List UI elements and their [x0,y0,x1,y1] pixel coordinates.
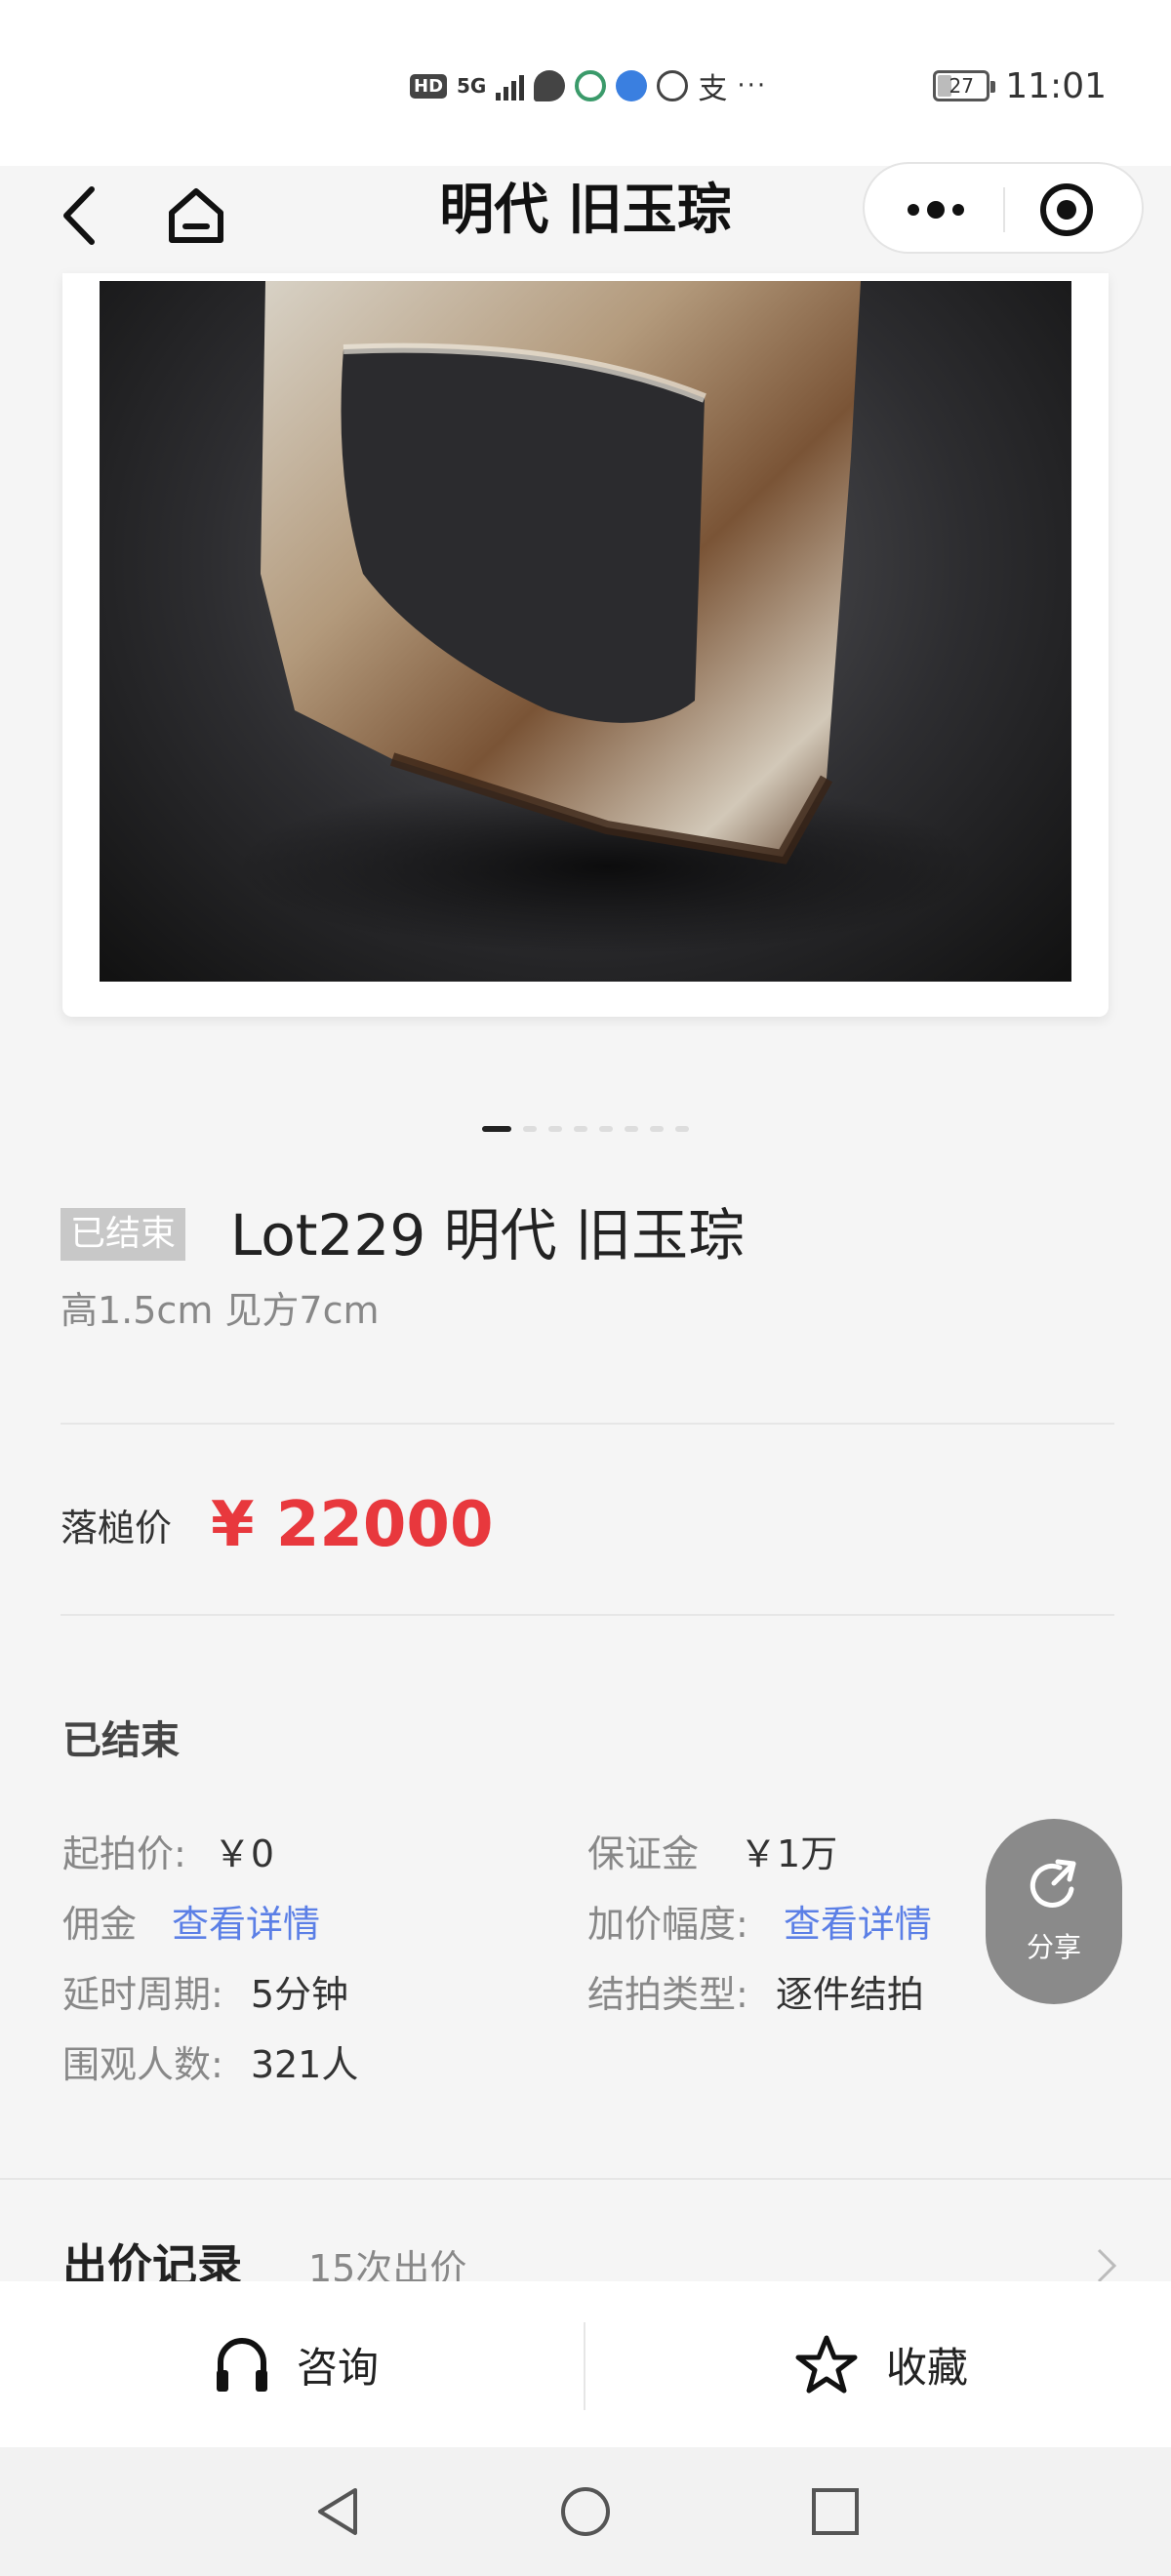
hand-notification-icon [657,70,689,101]
lot-title: Lot229 明代 旧玉琮 [230,1202,746,1268]
bid-record-title: 出价记录 [62,2239,242,2283]
carousel-dot [599,1126,613,1132]
carousel-dot [625,1126,638,1132]
starting-price-label: 起拍价: [62,1832,186,1875]
divider [61,1423,1114,1425]
headset-icon [217,2338,267,2392]
action-divider [584,2322,586,2410]
commission-details-link[interactable]: 查看详情 [172,1903,320,1946]
pay-notification-icon: 支 [698,72,728,106]
browser-notification-icon [616,70,648,101]
status-bar: HD 5G 支 ··· 27 11:01 [0,0,1171,166]
auction-state: 已结束 [62,1718,180,1763]
consult-label: 咨询 [297,2343,380,2392]
share-label: 分享 [1026,1931,1081,1963]
closing-type-row: 结拍类型: 逐件结拍 [587,1967,924,2022]
image-carousel[interactable] [62,273,1109,1017]
carousel-dot [548,1126,562,1132]
more-notifications-icon: ··· [737,71,768,101]
carousel-dot [650,1126,664,1132]
capsule-divider [1003,187,1005,232]
status-icons: HD 5G 支 ··· [410,64,767,107]
consult-button[interactable]: 咨询 [215,2281,379,2447]
chevron-right-icon [1097,2248,1117,2283]
chat-notification-icon [534,70,566,101]
extension-period-value: 5分钟 [250,1973,348,2016]
system-recents-icon[interactable] [808,2484,863,2539]
closing-type-value: 逐件结拍 [775,1973,924,2016]
page-title: 明代 旧玉琮 [439,179,732,242]
increment-row: 加价幅度: 查看详情 [587,1897,932,1952]
ended-status-tag: 已结束 [61,1208,186,1261]
battery-level: 27 [949,74,974,98]
viewers-value: 321人 [250,2043,359,2086]
back-icon[interactable] [59,181,101,250]
favorite-button[interactable]: 收藏 [794,2281,968,2447]
carousel-dot [675,1126,689,1132]
lot-dimensions: 高1.5cm 见方7cm [61,1289,380,1332]
increment-details-link[interactable]: 查看详情 [784,1903,932,1946]
network-type: 5G [457,74,487,98]
viewers-label: 围观人数: [62,2043,223,2086]
share-icon [1030,1859,1076,1908]
home-icon[interactable] [164,183,228,248]
jade-cong-image [236,281,978,954]
hammer-price-value: ¥ 22000 [211,1489,494,1561]
carousel-indicator [482,1126,689,1132]
hd-badge: HD [410,73,448,99]
commission-row: 佣金 查看详情 [62,1897,320,1952]
commission-label: 佣金 [62,1903,138,1946]
signal-icon [496,71,525,101]
closing-type-label: 结拍类型: [587,1973,748,2016]
battery-icon: 27 [933,70,996,101]
extension-period-label: 延时周期: [62,1973,223,2016]
close-mini-program-icon[interactable] [1038,181,1095,238]
favorite-label: 收藏 [886,2343,969,2392]
mini-program-capsule [863,162,1144,254]
viewers-row: 围观人数: 321人 [62,2037,358,2092]
clock: 11:01 [1005,65,1107,106]
share-button[interactable]: 分享 [986,1819,1122,2004]
status-right: 27 11:01 [933,62,1107,109]
auction-lot-page: HD 5G 支 ··· 27 11:01 明代 旧玉琮 已结束 Lot229 明… [0,0,1171,2576]
divider [61,1614,1114,1616]
product-photo[interactable] [100,281,1071,982]
wallet-notification-icon [575,70,607,101]
carousel-dot [482,1126,511,1132]
carousel-dot [523,1126,537,1132]
deposit-label: 保证金 [587,1832,700,1875]
bid-count: 15次出价 [308,2247,467,2283]
more-options-icon[interactable] [902,187,970,232]
bottom-action-bar: 咨询 收藏 [0,2281,1171,2447]
deposit-value: ￥1万 [740,1832,838,1875]
starting-price-value: ￥0 [213,1832,274,1875]
hammer-price-label: 落槌价 [61,1507,173,1550]
starting-price-row: 起拍价: ￥0 [62,1827,274,1881]
system-home-icon[interactable] [558,2484,613,2539]
carousel-dot [574,1126,587,1132]
deposit-row: 保证金 ￥1万 [587,1827,837,1881]
star-icon [795,2335,858,2394]
system-back-icon[interactable] [310,2484,365,2539]
increment-label: 加价幅度: [587,1903,748,1946]
extension-period-row: 延时周期: 5分钟 [62,1967,348,2022]
bid-record-row[interactable]: 出价记录 15次出价 [0,2178,1171,2283]
system-navigation-bar [0,2447,1171,2576]
